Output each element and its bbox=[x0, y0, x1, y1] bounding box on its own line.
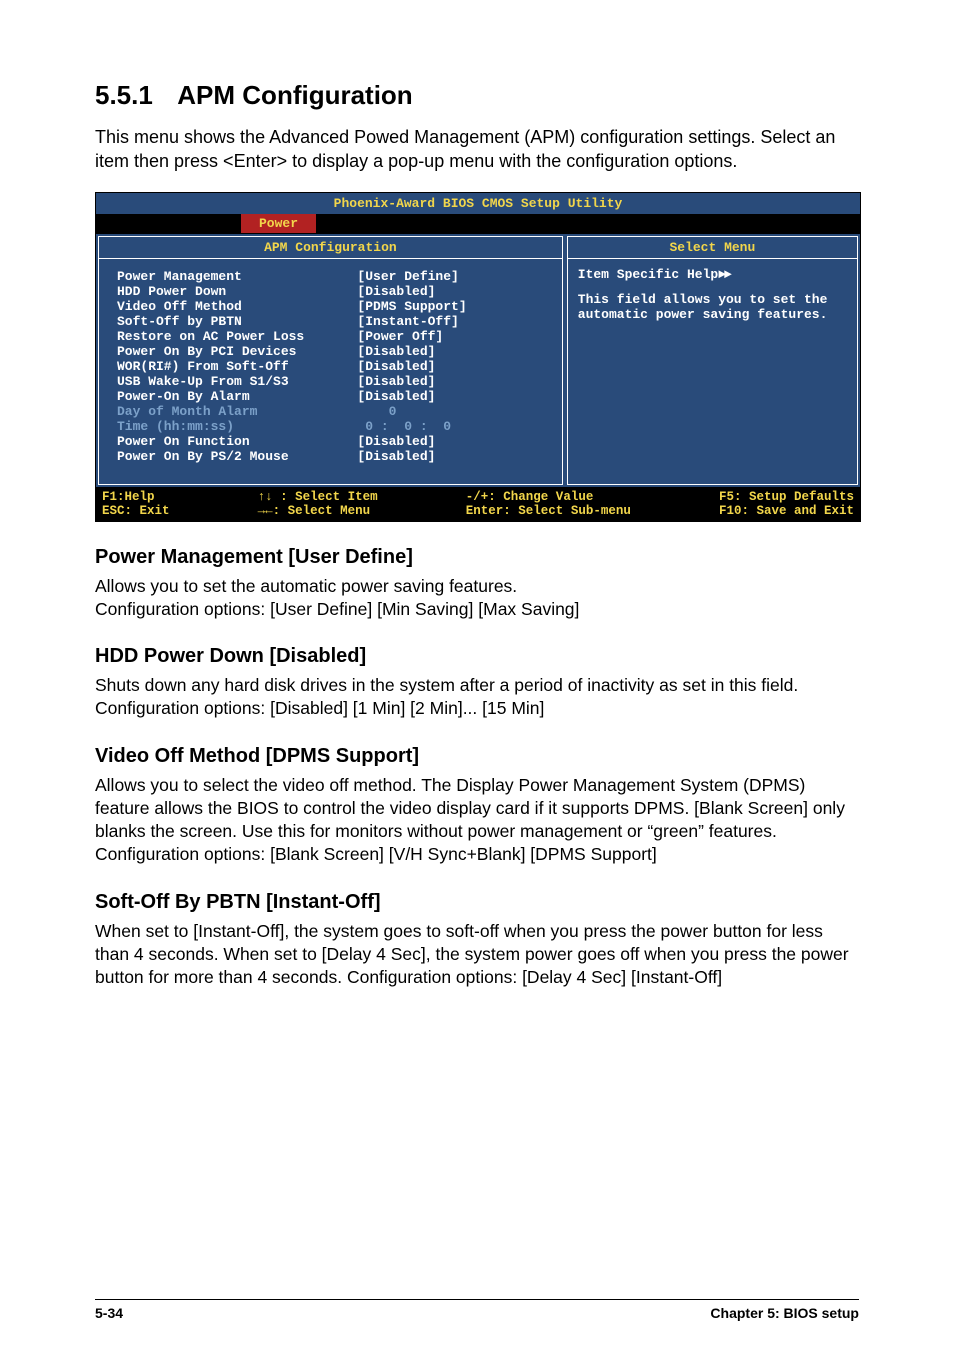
bios-setting-value[interactable]: 0 bbox=[357, 404, 549, 419]
bios-setting-value[interactable]: [User Define] bbox=[357, 269, 549, 284]
bios-setting-label[interactable]: HDD Power Down bbox=[117, 284, 357, 299]
bios-tab-power[interactable]: Power bbox=[241, 214, 316, 233]
bios-setting-value[interactable]: [Disabled] bbox=[357, 389, 549, 404]
bios-setting-label[interactable]: Power On By PCI Devices bbox=[117, 344, 357, 359]
sub-body: Allows you to select the video off metho… bbox=[95, 774, 859, 867]
page-footer: 5-34 Chapter 5: BIOS setup bbox=[0, 1305, 954, 1321]
bios-side-header: Select Menu bbox=[568, 237, 857, 259]
bios-title: Phoenix-Award BIOS CMOS Setup Utility bbox=[96, 193, 860, 214]
section-intro: This menu shows the Advanced Powed Manag… bbox=[95, 125, 859, 174]
bios-footer-right: F5: Setup Defaults F10: Save and Exit bbox=[719, 490, 854, 518]
sub-body: Allows you to set the automatic power sa… bbox=[95, 575, 859, 622]
sub-body: When set to [Instant-Off], the system go… bbox=[95, 920, 859, 990]
page-number: 5-34 bbox=[95, 1305, 123, 1321]
bios-setting-label[interactable]: USB Wake-Up From S1/S3 bbox=[117, 374, 357, 389]
bios-setting-label[interactable]: Power On By PS/2 Mouse bbox=[117, 449, 357, 464]
section-header: 5.5.1 APM Configuration bbox=[95, 80, 859, 111]
bios-tab-bar: Power bbox=[96, 214, 860, 233]
bios-help-pane: Select Menu Item Specific Help►► This fi… bbox=[567, 236, 858, 485]
bios-window: Phoenix-Award BIOS CMOS Setup Utility Po… bbox=[95, 192, 861, 522]
sub-heading: Power Management [User Define] bbox=[95, 546, 859, 569]
sub-heading: Soft-Off By PBTN [Instant-Off] bbox=[95, 891, 859, 914]
bios-footer: F1:Help ESC: Exit ↑↓ : Select Item →←: S… bbox=[96, 487, 860, 521]
section-number: 5.5.1 bbox=[95, 80, 153, 111]
bios-setting-value[interactable]: [Disabled] bbox=[357, 284, 549, 299]
bios-settings-list: Power ManagementHDD Power DownVideo Off … bbox=[99, 259, 562, 484]
bios-setting-value[interactable]: [Instant-Off] bbox=[357, 314, 549, 329]
bios-setting-label[interactable]: Soft-Off by PBTN bbox=[117, 314, 357, 329]
bios-main-header: APM Configuration bbox=[99, 237, 562, 259]
bios-setting-value[interactable]: [PDMS Support] bbox=[357, 299, 549, 314]
page-footer-chapter: Chapter 5: BIOS setup bbox=[710, 1305, 859, 1321]
bios-setting-value[interactable]: [Disabled] bbox=[357, 449, 549, 464]
help-arrows-icon: ►► bbox=[718, 267, 730, 282]
section-title: APM Configuration bbox=[177, 80, 412, 111]
bios-setting-value[interactable]: [Disabled] bbox=[357, 359, 549, 374]
bios-setting-label[interactable]: WOR(RI#) From Soft-Off bbox=[117, 359, 357, 374]
sub-heading: HDD Power Down [Disabled] bbox=[95, 645, 859, 668]
bios-setting-label[interactable]: Day of Month Alarm bbox=[117, 404, 357, 419]
bios-footer-left: F1:Help ESC: Exit bbox=[102, 490, 170, 518]
bios-setting-value[interactable]: [Power Off] bbox=[357, 329, 549, 344]
bios-help-body: This field allows you to set the automat… bbox=[578, 292, 847, 322]
bios-setting-label[interactable]: Power-On By Alarm bbox=[117, 389, 357, 404]
bios-footer-mid2: -/+: Change Value Enter: Select Sub-menu bbox=[466, 490, 631, 518]
bios-setting-label[interactable]: Power On Function bbox=[117, 434, 357, 449]
bios-main-pane: APM Configuration Power ManagementHDD Po… bbox=[98, 236, 563, 485]
bios-setting-value[interactable]: [Disabled] bbox=[357, 374, 549, 389]
bios-setting-label[interactable]: Power Management bbox=[117, 269, 357, 284]
bios-setting-label[interactable]: Time (hh:mm:ss) bbox=[117, 419, 357, 434]
bios-setting-value[interactable]: 0 : 0 : 0 bbox=[357, 419, 549, 434]
bios-setting-label[interactable]: Restore on AC Power Loss bbox=[117, 329, 357, 344]
bios-setting-value[interactable]: [Disabled] bbox=[357, 434, 549, 449]
sub-heading: Video Off Method [DPMS Support] bbox=[95, 745, 859, 768]
bios-footer-mid1: ↑↓ : Select Item →←: Select Menu bbox=[258, 490, 378, 518]
bios-setting-label[interactable]: Video Off Method bbox=[117, 299, 357, 314]
sub-body: Shuts down any hard disk drives in the s… bbox=[95, 674, 859, 721]
bios-setting-value[interactable]: [Disabled] bbox=[357, 344, 549, 359]
bios-help-heading: Item Specific Help►► bbox=[578, 267, 847, 282]
